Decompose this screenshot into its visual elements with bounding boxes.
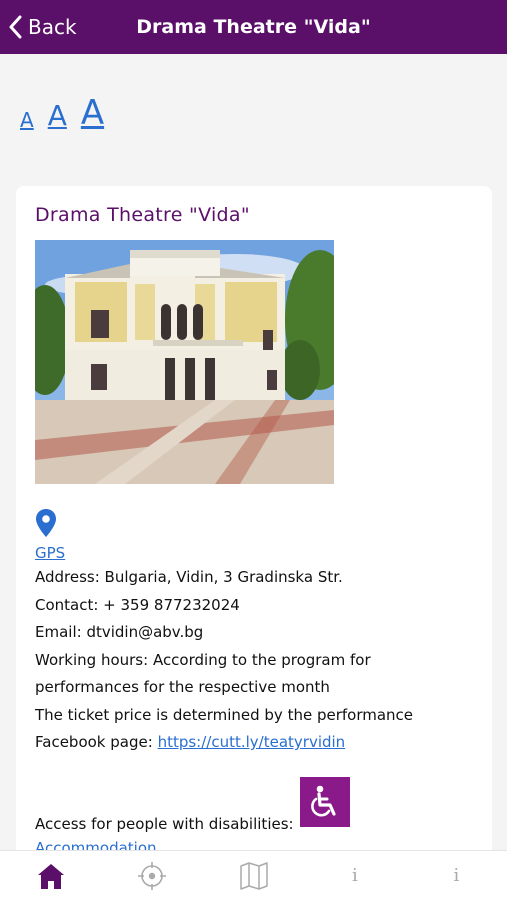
gps-link[interactable]: GPS <box>35 544 65 562</box>
info-icon: i <box>453 865 460 886</box>
font-large-button[interactable]: A <box>81 96 104 130</box>
details-card: Drama Theatre "Vida" GPS Address: Bulgar… <box>16 186 492 886</box>
font-small-button[interactable]: A <box>20 110 34 130</box>
home-icon <box>37 863 64 889</box>
facebook-link[interactable]: https://cutt.ly/teatyrvidin <box>158 733 346 751</box>
tab-map[interactable] <box>203 851 304 900</box>
page-title: Drama Theatre "Vida" <box>136 16 371 38</box>
top-bar: Back Drama Theatre "Vida" <box>0 0 507 54</box>
bottom-nav: i i <box>0 850 507 900</box>
tab-location[interactable] <box>101 851 202 900</box>
working-hours-line-2: performances for the respective month <box>35 678 330 696</box>
facebook-label: Facebook page: <box>35 733 153 751</box>
font-size-controls: A A A <box>20 96 104 130</box>
ticket-price-text: The ticket price is determined by the pe… <box>35 705 414 724</box>
tab-home[interactable] <box>0 851 101 900</box>
tab-info-1[interactable]: i <box>304 851 405 900</box>
font-medium-button[interactable]: A <box>48 102 67 130</box>
email-text: Email: dtvidin@abv.bg <box>35 623 204 641</box>
tab-info-2[interactable]: i <box>406 851 507 900</box>
location-pin-icon <box>35 508 473 542</box>
map-icon <box>239 861 268 890</box>
info-icon: i <box>352 865 358 886</box>
accessibility-label: Access for people with disabilities: <box>35 814 294 833</box>
target-icon <box>138 861 167 890</box>
address-text: Address: Bulgaria, Vidin, 3 Gradinska St… <box>35 568 343 586</box>
theatre-photo <box>35 240 334 484</box>
working-hours-line-1: Working hours: According to the program … <box>35 650 371 669</box>
contact-text: Contact: + 359 877232024 <box>35 595 240 614</box>
facebook-row: Facebook page: https://cutt.ly/teatyrvid… <box>35 729 473 757</box>
card-title: Drama Theatre "Vida" <box>35 204 250 226</box>
wheelchair-icon <box>299 776 350 827</box>
accessibility-row: Access for people with disabilities: <box>35 776 473 833</box>
